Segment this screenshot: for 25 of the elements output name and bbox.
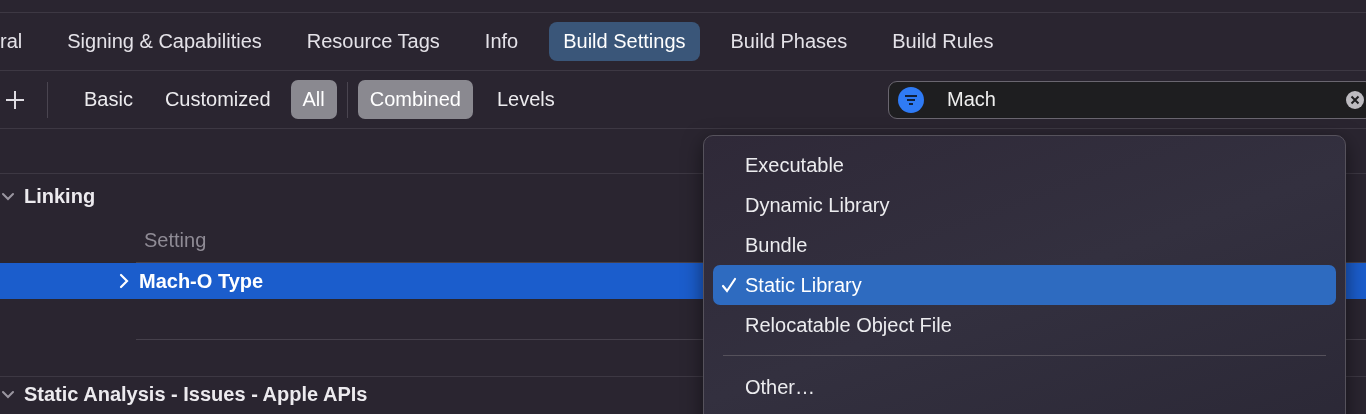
checkmark-icon: [721, 277, 737, 293]
tab[interactable]: Build Settings: [549, 22, 700, 61]
menu-item[interactable]: Relocatable Object File: [713, 305, 1336, 345]
tab[interactable]: Build Rules: [878, 22, 1008, 61]
section-title: Linking: [24, 184, 96, 208]
tab[interactable]: Resource Tags: [292, 22, 454, 61]
plus-icon: [5, 89, 25, 110]
view-button[interactable]: Levels: [484, 80, 567, 119]
menu-item[interactable]: Dynamic Library: [713, 185, 1336, 225]
menu-item[interactable]: Other…: [713, 367, 1336, 407]
menu-item[interactable]: Static Library: [713, 265, 1336, 305]
tab[interactable]: Signing & Capabilities: [53, 22, 276, 61]
section-title: Static Analysis - Issues - Apple APIs: [24, 382, 368, 406]
scope-button[interactable]: Customized: [152, 80, 283, 119]
menu-item[interactable]: Bundle: [713, 225, 1336, 265]
setting-name: Mach-O Type: [139, 269, 264, 293]
tab[interactable]: Build Phases: [716, 22, 862, 61]
tab[interactable]: ral: [0, 22, 37, 61]
tab[interactable]: Info: [470, 22, 533, 61]
filter-icon: [898, 86, 924, 113]
menu-item[interactable]: Executable: [713, 145, 1336, 185]
clear-icon: [1346, 90, 1364, 109]
search-field[interactable]: Mach: [888, 80, 1366, 119]
scope-button[interactable]: Basic: [72, 80, 145, 119]
column-header: Setting: [144, 228, 207, 252]
